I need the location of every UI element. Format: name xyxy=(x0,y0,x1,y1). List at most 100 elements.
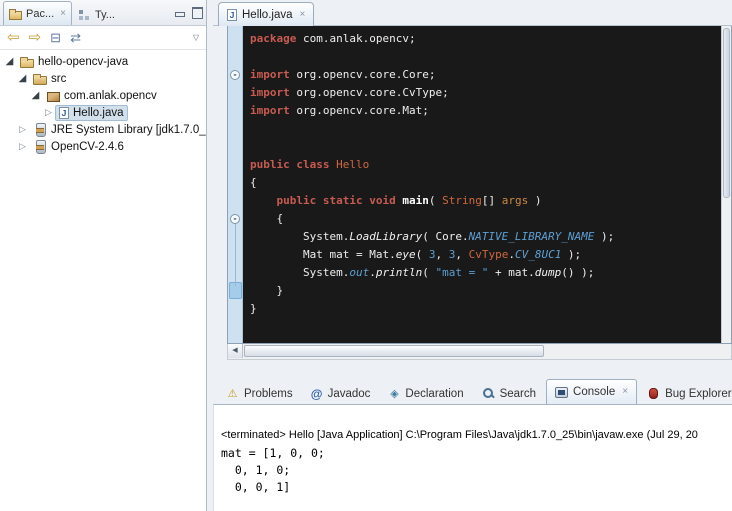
tree-item[interactable]: ◢ src xyxy=(0,70,206,87)
scroll-thumb[interactable] xyxy=(723,28,730,198)
code-area[interactable]: package com.anlak.opencv; import org.open… xyxy=(244,26,721,343)
tree-item-body[interactable]: src xyxy=(29,71,70,87)
view-tab-label: Pac... xyxy=(26,8,54,20)
fold-collapse-icon[interactable]: - xyxy=(230,70,240,80)
console-header: <terminated> Hello [Java Application] C:… xyxy=(221,429,732,441)
library-icon xyxy=(33,140,47,153)
package-icon xyxy=(46,89,60,102)
maximize-icon[interactable] xyxy=(191,6,202,17)
tab-problems[interactable]: ⚠ Problems xyxy=(218,383,301,404)
code-line[interactable]: System.out.println( "mat = " + mat.dump(… xyxy=(250,264,721,282)
view-tab-package-explorer[interactable]: Pac... × xyxy=(3,1,72,25)
library-icon xyxy=(33,123,47,136)
code-line[interactable]: package com.anlak.opencv; xyxy=(250,30,721,48)
view-menu-icon[interactable]: ▽ xyxy=(193,31,199,45)
editor-tab-label: Hello.java xyxy=(242,9,293,21)
java-file-icon xyxy=(227,9,237,21)
collapse-all-icon[interactable]: ⊟ xyxy=(50,31,61,45)
collapse-arrow-icon[interactable]: ◢ xyxy=(3,56,16,67)
code-line[interactable]: public static void main( String[] args ) xyxy=(250,192,721,210)
tree-item-body[interactable]: JRE System Library [jdk1.7.0_25] xyxy=(29,122,206,138)
code-line[interactable] xyxy=(250,120,721,138)
tab-bug-explorer[interactable]: Bug Explorer xyxy=(639,383,732,404)
expand-arrow-icon[interactable]: ▷ xyxy=(16,124,29,135)
tree-item[interactable]: ◢ hello-opencv-java xyxy=(0,53,206,70)
forward-icon[interactable]: ⇨ xyxy=(29,31,42,45)
back-icon[interactable]: ⇦ xyxy=(7,31,20,45)
code-line[interactable]: } xyxy=(250,282,721,300)
eclipse-window: { "left_panel": { "tabs": [ {"label": "P… xyxy=(0,0,732,511)
code-line[interactable]: import org.opencv.core.Mat; xyxy=(250,102,721,120)
tab-javadoc[interactable]: @Javadoc xyxy=(303,383,379,404)
editor-tabbar: Hello.java × xyxy=(213,0,732,26)
bottom-tab-label: Search xyxy=(500,388,536,400)
editor-tab-hello-java[interactable]: Hello.java × xyxy=(218,2,314,26)
code-line[interactable]: System.LoadLibrary( Core.NATIVE_LIBRARY_… xyxy=(250,228,721,246)
bottom-tab-label: Problems xyxy=(244,388,293,400)
project-tree: ◢ hello-opencv-java ◢ src ◢ com.anlak.opencv ▷… xyxy=(0,50,206,155)
code-line[interactable]: { xyxy=(250,174,721,192)
bottom-panel: ⚠ Problems @Javadoc ◈ Declaration Search Conso… xyxy=(213,378,732,511)
editor-body[interactable]: -- package com.anlak.opencv;import org.o… xyxy=(227,26,732,344)
bottom-tabbar: ⚠ Problems @Javadoc ◈ Declaration Search Conso… xyxy=(213,378,732,404)
tree-item-label: Hello.java xyxy=(73,107,124,119)
fold-gutter[interactable]: -- xyxy=(228,26,243,343)
code-line[interactable] xyxy=(250,138,721,156)
tab-console[interactable]: Console × xyxy=(546,379,637,404)
close-icon[interactable]: × xyxy=(300,10,306,20)
expand-arrow-icon[interactable]: ▷ xyxy=(16,141,29,152)
console-view[interactable]: <terminated> Hello [Java Application] C:… xyxy=(213,404,732,511)
tree-item-label: src xyxy=(51,73,66,85)
bottom-tab-label: Console xyxy=(573,386,615,398)
tab-declaration[interactable]: ◈ Declaration xyxy=(380,383,471,404)
search-icon xyxy=(482,387,495,400)
close-icon[interactable]: × xyxy=(622,387,628,397)
tree-item[interactable]: ▷ OpenCV-2.4.6 xyxy=(0,138,206,155)
collapse-arrow-icon[interactable]: ◢ xyxy=(16,73,29,84)
bottom-tab-label: Javadoc xyxy=(328,388,371,400)
fold-scope-line xyxy=(235,224,236,286)
view-tabbar: Pac... × Ty... xyxy=(0,0,206,26)
collapse-arrow-icon[interactable]: ◢ xyxy=(29,90,42,101)
console-icon xyxy=(555,387,568,398)
tree-item[interactable]: ◢ com.anlak.opencv xyxy=(0,87,206,104)
code-line[interactable]: public class Hello xyxy=(250,156,721,174)
minimize-icon[interactable] xyxy=(174,6,185,17)
scroll-thumb[interactable] xyxy=(244,345,544,357)
tree-item-body[interactable]: hello-opencv-java xyxy=(16,54,132,70)
project-icon xyxy=(20,55,34,68)
java-file-icon xyxy=(59,107,69,119)
tree-item-label: hello-opencv-java xyxy=(38,56,128,68)
tree-item-label: OpenCV-2.4.6 xyxy=(51,141,124,153)
bottom-tab-label: Bug Explorer xyxy=(665,388,731,400)
type-hierarchy-icon xyxy=(78,9,91,21)
code-line[interactable]: import org.opencv.core.CvType; xyxy=(250,84,721,102)
expand-arrow-icon[interactable]: ▷ xyxy=(42,107,55,118)
link-with-editor-icon[interactable]: ⇄ xyxy=(70,31,81,45)
scroll-left-icon[interactable]: ◀ xyxy=(228,344,243,358)
close-icon[interactable]: × xyxy=(60,9,66,19)
horizontal-scrollbar[interactable]: ◀ xyxy=(227,344,732,360)
view-stack-buttons xyxy=(174,6,202,17)
tree-item-label: com.anlak.opencv xyxy=(64,90,157,102)
code-line[interactable]: } xyxy=(250,300,721,318)
view-toolbar: ⇦ ⇨ ⊟ ⇄ ▽ xyxy=(0,26,206,50)
declaration-icon: ◈ xyxy=(388,388,400,400)
vertical-scrollbar[interactable] xyxy=(721,26,731,343)
code-line[interactable]: Mat mat = Mat.eye( 3, 3, CvType.CV_8UC1 … xyxy=(250,246,721,264)
console-output: mat = [1, 0, 0; 0, 1, 0; 0, 0, 1] xyxy=(221,445,732,496)
fold-collapse-icon[interactable]: - xyxy=(230,214,240,224)
tree-item-body[interactable]: com.anlak.opencv xyxy=(42,88,161,104)
code-line[interactable] xyxy=(250,48,721,66)
view-tab-type-hierarchy[interactable]: Ty... xyxy=(73,5,120,25)
tree-item[interactable]: ▷ Hello.java xyxy=(0,104,206,121)
code-line[interactable]: { xyxy=(250,210,721,228)
bottom-tab-label: Declaration xyxy=(405,388,463,400)
view-tab-label: Ty... xyxy=(95,9,115,21)
code-line[interactable]: import org.opencv.core.Core; xyxy=(250,66,721,84)
tab-search[interactable]: Search xyxy=(474,383,544,404)
tree-item-body[interactable]: OpenCV-2.4.6 xyxy=(29,139,128,155)
tree-item-body[interactable]: Hello.java xyxy=(55,105,128,121)
tree-item[interactable]: ▷JRE System Library [jdk1.7.0_25] xyxy=(0,121,206,138)
problems-icon: ⚠ xyxy=(226,388,239,400)
